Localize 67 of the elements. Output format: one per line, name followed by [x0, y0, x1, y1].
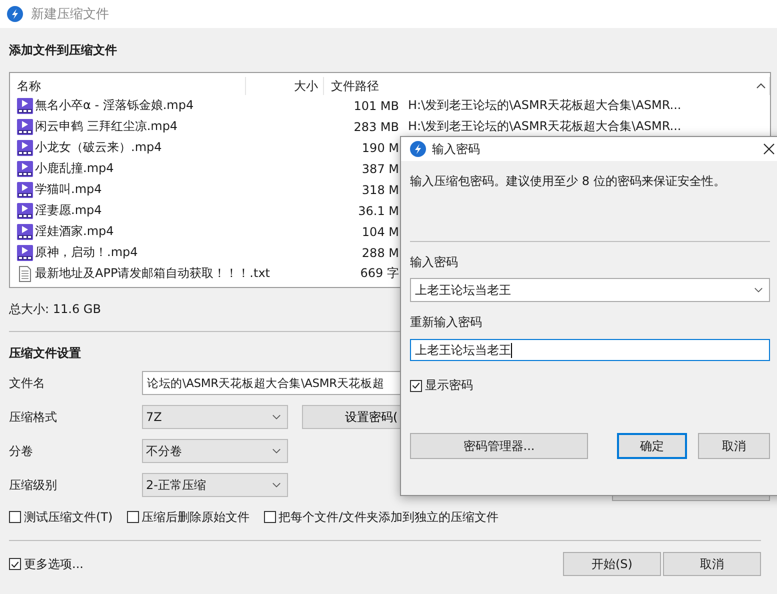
checkbox[interactable] — [9, 511, 21, 523]
close-icon[interactable] — [763, 143, 775, 155]
dropdown[interactable]: 不分卷 — [142, 439, 288, 463]
checkbox-label[interactable]: 压缩后删除原始文件 — [142, 508, 250, 526]
file-size: 190 M — [362, 140, 399, 154]
file-size: 288 M — [362, 246, 399, 260]
section-heading: 压缩文件设置 — [9, 345, 81, 361]
total-size: 总大小: 11.6 GB — [9, 301, 102, 317]
file-path: H:\发到老王论坛的\ASMR天花板超大合集\ASMR... — [408, 119, 682, 133]
file-name[interactable]: 学猫叫.mp4 — [35, 181, 102, 198]
file-size: 283 MB — [354, 120, 399, 134]
field-label: 分卷 — [9, 442, 34, 460]
column-header[interactable]: 名称 — [10, 77, 246, 95]
cancel-button[interactable]: 取消 — [663, 552, 761, 576]
text-file-icon — [17, 266, 33, 282]
field-label: 重新输入密码 — [410, 314, 483, 330]
file-name[interactable]: 無名小卒α - 淫落铄金娘.mp4 — [35, 97, 194, 114]
password-manager-button[interactable]: 密码管理器... — [410, 433, 588, 459]
checkbox[interactable] — [264, 511, 276, 523]
field-label: 输入密码 — [410, 254, 459, 270]
checkbox[interactable] — [9, 558, 21, 570]
file-name[interactable]: 最新地址及APP请发邮箱自动获取！！！.txt — [35, 265, 270, 282]
video-file-icon — [17, 98, 33, 114]
confirm-password-field[interactable]: 上老王论坛当老王 — [410, 339, 770, 361]
column-header[interactable]: 大小 — [246, 77, 324, 95]
file-size: 318 M — [362, 182, 399, 196]
app-logo-icon — [7, 6, 23, 22]
file-path: H:\发到老王论坛的\ASMR天花板超大合集\ASMR... — [408, 98, 682, 112]
password-field[interactable]: 上老王论坛当老王 — [410, 278, 770, 302]
field-label: 压缩格式 — [9, 408, 58, 426]
file-name[interactable]: 闲云申鹤 三拜红尘凉.mp4 — [35, 118, 178, 135]
field-label: 压缩级别 — [9, 476, 58, 494]
checkbox-label[interactable]: 把每个文件/文件夹添加到独立的压缩文件 — [278, 508, 499, 526]
cancel-button[interactable]: 取消 — [698, 433, 770, 459]
file-size: 101 MB — [354, 98, 399, 112]
video-file-icon — [17, 244, 33, 260]
video-file-icon — [17, 202, 33, 218]
dialog-description: 输入压缩包密码。建议使用至少 8 位的密码来保证安全性。 — [410, 173, 726, 189]
scroll-up-icon[interactable] — [756, 83, 766, 89]
window-title: 新建压缩文件 — [31, 6, 109, 23]
checkbox-label[interactable]: 更多选项... — [24, 556, 84, 572]
file-name[interactable]: 淫娃酒家.mp4 — [35, 223, 114, 240]
video-file-icon — [17, 118, 33, 134]
start-button[interactable]: 开始(S) — [563, 552, 661, 576]
file-size: 669 字 — [360, 266, 399, 280]
video-file-icon — [17, 140, 33, 156]
app-logo-icon — [410, 141, 426, 157]
file-name[interactable]: 淫妻愿.mp4 — [35, 202, 102, 219]
checkbox-label[interactable]: 测试压缩文件(T) — [24, 508, 113, 526]
file-size: 104 M — [362, 224, 399, 238]
file-size: 36.1 M — [358, 204, 399, 218]
dropdown[interactable]: 2-正常压缩 — [142, 473, 288, 497]
file-name[interactable]: 小鹿乱撞.mp4 — [35, 160, 114, 177]
video-file-icon — [17, 160, 33, 176]
dialog-title: 输入密码 — [432, 140, 480, 158]
field-label: 文件名 — [9, 374, 46, 392]
checkbox[interactable] — [126, 511, 139, 523]
checkbox[interactable] — [410, 380, 422, 392]
column-header[interactable]: 文件路径 — [324, 77, 770, 95]
ok-button[interactable]: 确定 — [617, 433, 687, 459]
file-name[interactable]: 原神，启动！.mp4 — [35, 244, 138, 261]
video-file-icon — [17, 224, 33, 240]
file-size: 387 M — [362, 162, 399, 176]
section-heading: 添加文件到压缩文件 — [9, 42, 117, 58]
dropdown[interactable]: 7Z — [142, 405, 288, 429]
video-file-icon — [17, 182, 33, 198]
file-name[interactable]: 小龙女（破云来）.mp4 — [35, 139, 162, 156]
